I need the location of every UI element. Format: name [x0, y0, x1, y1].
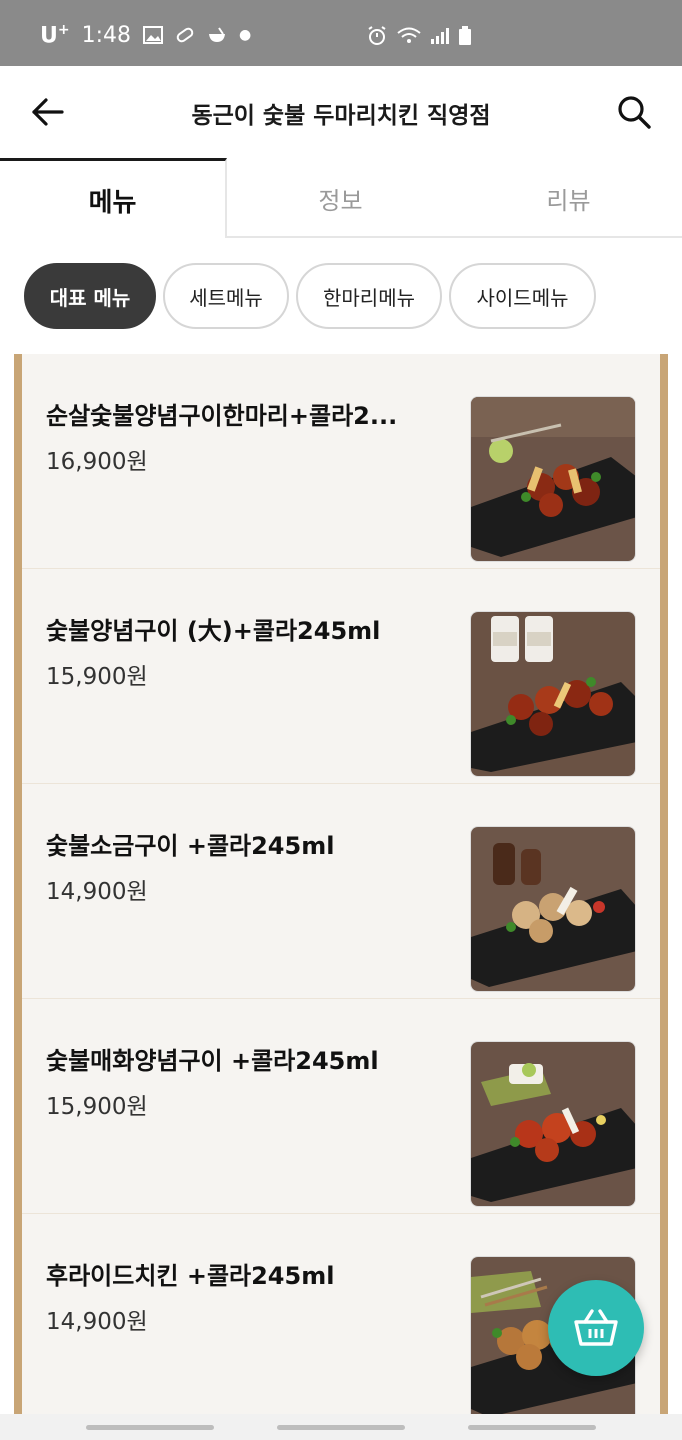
status-time: 1:48 — [81, 22, 132, 48]
basket-icon — [574, 1309, 618, 1346]
page-title: 동근이 숯불 두마리치킨 직영점 — [191, 103, 491, 129]
spicy-chicken-large-photo — [470, 611, 636, 777]
nav-home-button[interactable] — [277, 1425, 405, 1430]
pill-icon — [176, 27, 194, 43]
menu-item[interactable]: 숯불양념구이 (大)+콜라245ml 15,900원 — [22, 569, 660, 784]
alarm-icon — [368, 26, 386, 45]
category-chips: 대표 메뉴 세트메뉴 한마리메뉴 사이드메뉴 — [0, 238, 682, 354]
menu-item-name: 숯불양념구이 (大)+콜라245ml — [46, 617, 381, 645]
menu-item[interactable]: 숯불매화양념구이 +콜라245ml 15,900원 — [22, 999, 660, 1214]
app-header: 동근이 숯불 두마리치킨 직영점 — [0, 66, 682, 158]
status-left: U+ 1:48 ● — [40, 22, 251, 48]
tab-bar: 메뉴 정보 리뷰 — [0, 158, 682, 239]
chip-side-menu[interactable]: 사이드메뉴 — [449, 263, 596, 329]
menu-item-price: 15,900원 — [46, 664, 148, 690]
menu-item-price: 14,900원 — [46, 1309, 148, 1335]
nav-back-button[interactable] — [468, 1425, 596, 1430]
maehwa-spicy-chicken-photo — [470, 1041, 636, 1207]
menu-item-name: 숯불매화양념구이 +콜라245ml — [46, 1047, 379, 1075]
menu-item[interactable]: 순살숯불양념구이한마리+콜라2... 16,900원 — [22, 354, 660, 569]
chip-single-chicken-menu[interactable]: 한마리메뉴 — [296, 263, 442, 329]
status-right — [366, 26, 472, 46]
chip-set-menu[interactable]: 세트메뉴 — [163, 263, 289, 329]
dot-icon: ● — [239, 27, 252, 44]
chip-signature-menu[interactable]: 대표 메뉴 — [24, 263, 156, 329]
nav-recent-button[interactable] — [86, 1425, 214, 1430]
menu-item[interactable]: 숯불소금구이 +콜라245ml 14,900원 — [22, 784, 660, 999]
menu-item-name: 후라이드치킨 +콜라245ml — [46, 1262, 335, 1290]
tab-reviews[interactable]: 리뷰 — [455, 158, 682, 238]
menu-item-price: 15,900원 — [46, 1094, 148, 1120]
signal-icon — [431, 28, 449, 44]
gallery-icon — [143, 26, 164, 45]
search-icon[interactable] — [614, 92, 654, 132]
bowl-icon — [209, 27, 226, 43]
wifi-icon — [397, 27, 421, 43]
carrier-label: U+ — [40, 22, 70, 49]
system-nav-bar — [0, 1414, 682, 1440]
cart-button[interactable] — [548, 1280, 644, 1376]
status-bar: U+ 1:48 ● — [0, 0, 682, 66]
menu-list: 순살숯불양념구이한마리+콜라2... 16,900원 숯불양념구이 (大)+콜라… — [14, 354, 668, 1414]
battery-icon — [459, 26, 471, 45]
tab-info[interactable]: 정보 — [227, 158, 454, 238]
spicy-chicken-boneless-photo — [470, 396, 636, 562]
menu-item-price: 14,900원 — [46, 879, 148, 905]
menu-item-name: 순살숯불양념구이한마리+콜라2... — [46, 402, 398, 430]
tab-menu[interactable]: 메뉴 — [0, 158, 227, 239]
salt-grilled-chicken-photo — [470, 826, 636, 992]
menu-item-price: 16,900원 — [46, 449, 148, 475]
menu-item-name: 숯불소금구이 +콜라245ml — [46, 832, 335, 860]
